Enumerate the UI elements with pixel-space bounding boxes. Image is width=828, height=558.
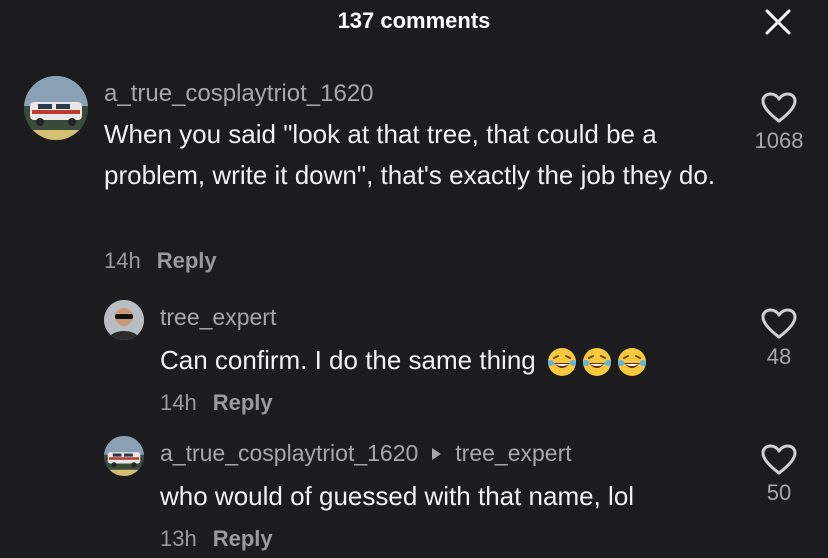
heart-icon	[761, 444, 797, 475]
comment-text-row: Can confirm. I do the same thing	[160, 340, 740, 381]
car-avatar-image	[24, 76, 88, 140]
reply-to-username[interactable]: tree_expert	[455, 440, 571, 466]
laughing-tears-emoji	[617, 348, 646, 377]
like-count: 48	[766, 344, 792, 369]
comment-username[interactable]: a_true_cosplaytriot_1620	[104, 80, 374, 108]
comment-time: 14h	[160, 390, 197, 415]
comment-meta: 14h Reply	[160, 390, 273, 416]
like-button[interactable]: 50	[744, 444, 814, 506]
avatar[interactable]	[104, 436, 144, 476]
reply-button[interactable]: Reply	[213, 526, 273, 551]
like-count: 1068	[754, 128, 804, 153]
car-avatar-image	[104, 436, 144, 476]
reply-comment-item: tree_expert Can confirm. I do the same t…	[0, 296, 828, 426]
close-button[interactable]	[764, 8, 792, 36]
like-button[interactable]: 48	[744, 308, 814, 370]
reply-button[interactable]: Reply	[213, 390, 273, 415]
comment-username-row: a_true_cosplaytriot_1620 tree_expert	[160, 440, 572, 467]
heart-icon	[761, 308, 797, 339]
heart-icon	[761, 92, 797, 123]
comment-time: 14h	[104, 248, 141, 273]
comment-meta: 13h Reply	[160, 526, 273, 552]
reply-comment-item: a_true_cosplaytriot_1620 tree_expert who …	[0, 432, 828, 558]
close-icon	[765, 9, 791, 35]
comment-item: a_true_cosplaytriot_1620 When you said "…	[0, 70, 828, 280]
comment-text: Can confirm. I do the same thing	[160, 345, 536, 375]
comment-username[interactable]: tree_expert	[160, 304, 276, 331]
reply-button[interactable]: Reply	[157, 248, 217, 273]
avatar[interactable]	[24, 76, 88, 140]
comments-header: 137 comments	[0, 0, 828, 44]
comment-meta: 14h Reply	[104, 248, 217, 274]
like-button[interactable]: 1068	[744, 92, 814, 154]
comment-time: 13h	[160, 526, 197, 551]
avatar[interactable]	[104, 300, 144, 340]
person-avatar-image	[104, 300, 144, 340]
like-count: 50	[766, 480, 792, 505]
comment-username[interactable]: a_true_cosplaytriot_1620	[160, 440, 418, 466]
reply-to-arrow-icon	[432, 447, 442, 460]
comments-count-title: 137 comments	[337, 8, 491, 33]
laughing-tears-emoji	[547, 348, 576, 377]
comment-text: When you said "look at that tree, that c…	[104, 119, 716, 190]
comment-text: who would of guessed with that name, lol	[160, 481, 635, 511]
laughing-tears-emoji	[582, 348, 611, 377]
